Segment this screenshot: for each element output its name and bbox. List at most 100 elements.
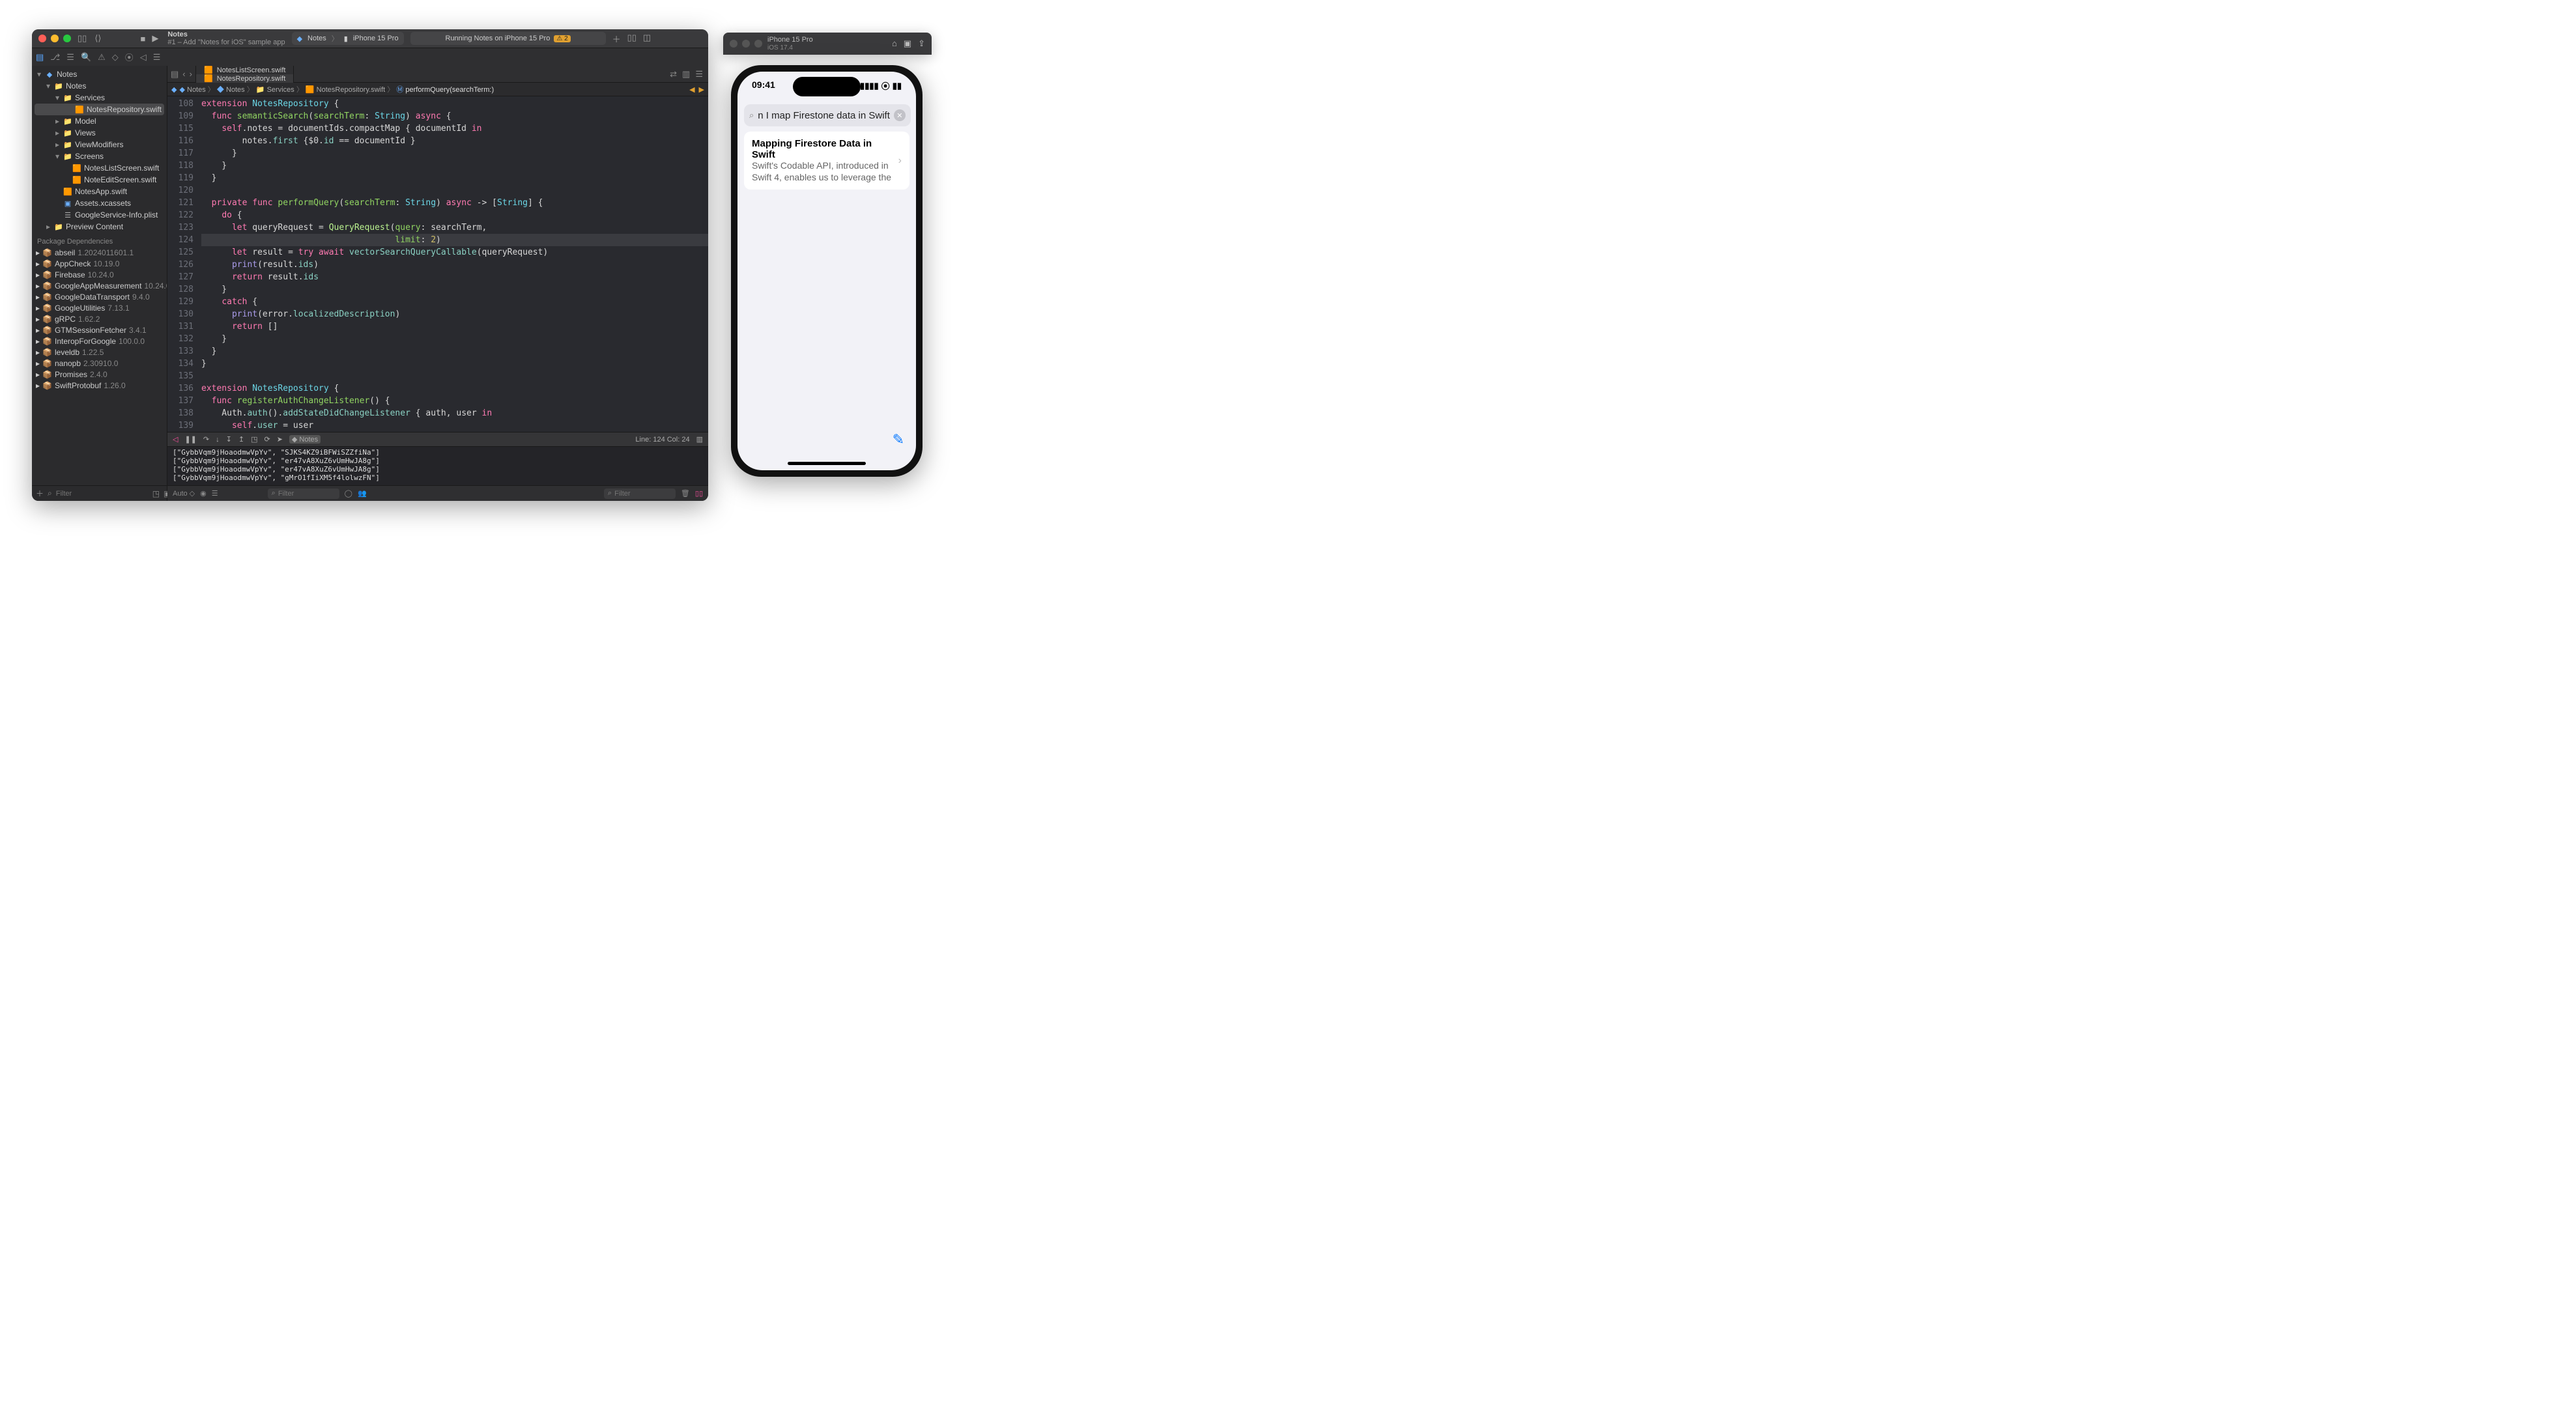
ios-search-result[interactable]: Mapping Firestore Data in Swift Swift's … xyxy=(744,132,909,190)
sim-close-icon[interactable] xyxy=(730,40,737,48)
warning-badge[interactable]: ⚠ 2 xyxy=(554,35,570,42)
eye-icon[interactable]: ◉ xyxy=(200,489,207,498)
tree-item-screens[interactable]: ▾📁Screens xyxy=(32,150,167,162)
tree-item-noteeditscreen-swift[interactable]: 🟧NoteEditScreen.swift xyxy=(32,174,167,186)
debug-process-icon[interactable]: ◆ Notes xyxy=(289,435,321,444)
library-icon[interactable]: ▯▯ xyxy=(627,33,637,45)
debug-memory-icon[interactable]: ⟳ xyxy=(264,435,270,444)
sidebar-toggle-icon[interactable]: ▯▯ xyxy=(78,33,87,44)
bookmark-navigator-icon[interactable]: ☰ xyxy=(66,52,74,63)
step-over-icon[interactable]: ↓ xyxy=(216,436,220,444)
back-icon[interactable]: ‹ xyxy=(182,69,185,79)
report-navigator-icon[interactable]: ☰ xyxy=(153,52,161,63)
sim-screenshot-icon[interactable]: ▣ xyxy=(904,38,911,49)
jumpbar-prev-icon[interactable]: ◀ xyxy=(689,85,694,94)
package-appcheck[interactable]: ▸📦AppCheck 10.19.0 xyxy=(32,258,167,269)
add-editor-icon[interactable]: ▥ xyxy=(682,69,690,79)
tree-item-notesapp-swift[interactable]: 🟧NotesApp.swift xyxy=(32,186,167,197)
tree-root[interactable]: ▾◆ Notes xyxy=(32,68,167,80)
tree-item-noteslistscreen-swift[interactable]: 🟧NotesListScreen.swift xyxy=(32,162,167,174)
minimap-toggle-icon[interactable]: ▥ xyxy=(696,435,703,444)
nav-arrows-icon[interactable]: ⟨⟩ xyxy=(94,33,101,44)
package-nanopb[interactable]: ▸📦nanopb 2.30910.0 xyxy=(32,358,167,369)
tree-item-model[interactable]: ▸📁Model xyxy=(32,115,167,127)
console-filter[interactable]: ⌕ xyxy=(604,489,676,499)
breakpoints-toggle-icon[interactable]: ◁ xyxy=(173,435,178,444)
package-interopforgoogle[interactable]: ▸📦InteropForGoogle 100.0.0 xyxy=(32,335,167,347)
minimize-window-icon[interactable] xyxy=(51,35,59,42)
code-editor[interactable]: 1081091151161171181191201211221231241251… xyxy=(167,96,708,432)
breakpoint-navigator-icon[interactable]: ◁ xyxy=(140,52,147,63)
tree-item-preview-content[interactable]: ▸📁Preview Content xyxy=(32,221,167,233)
tree-item-services[interactable]: ▾📁Services xyxy=(32,92,167,104)
debug-view-icon[interactable]: ◳ xyxy=(251,435,257,444)
package-abseil[interactable]: ▸📦abseil 1.2024011601.1 xyxy=(32,247,167,258)
adjust-editor-icon[interactable]: ⇄ xyxy=(670,69,677,79)
file-tree[interactable]: ▾◆ Notes ▾📁Notes▾📁Services🟧NotesReposito… xyxy=(32,66,167,485)
package-leveldb[interactable]: ▸📦leveldb 1.22.5 xyxy=(32,347,167,358)
sim-share-icon[interactable]: ⇪ xyxy=(918,38,925,49)
issue-navigator-icon[interactable]: ⚠ xyxy=(98,52,106,63)
editor-tab-noteslistscreen-swift[interactable]: 🟧NotesListScreen.swift xyxy=(196,66,294,74)
variables-view-mode[interactable]: Auto ◇ xyxy=(173,489,195,498)
package-firebase[interactable]: ▸📦Firebase 10.24.0 xyxy=(32,269,167,280)
jump-bar[interactable]: ◆ ◆ Notes 〉 ◆ Notes 〉 📁 Services 〉 🟧 Not… xyxy=(167,83,708,96)
source-control-navigator-icon[interactable]: ⎇ xyxy=(50,52,60,63)
related-items-icon[interactable]: ▤ xyxy=(171,69,179,79)
debug-console[interactable]: ["GybbVqm9jHoaodmwVpYv", "SJKS4KZ9iBFWiS… xyxy=(167,446,708,485)
iphone-screen[interactable]: 09:41 ▮▮▮▮ ⦿ ▮▮ ⌕ n I map Firestone data… xyxy=(737,72,916,470)
package-promises[interactable]: ▸📦Promises 2.4.0 xyxy=(32,369,167,380)
console-clear-icon[interactable]: ◯ xyxy=(345,489,352,498)
add-file-icon[interactable]: ＋ xyxy=(36,488,44,499)
variables-filter[interactable]: ⌕ xyxy=(268,489,339,499)
clear-search-icon[interactable]: ✕ xyxy=(894,109,906,121)
code-content[interactable]: extension NotesRepository { func semanti… xyxy=(199,96,708,432)
package-grpc[interactable]: ▸📦gRPC 1.62.2 xyxy=(32,313,167,324)
console-filter-input[interactable] xyxy=(614,490,653,498)
tree-item-notesrepository-swift[interactable]: 🟧NotesRepository.swift xyxy=(35,104,164,115)
debug-location-icon[interactable]: ➤ xyxy=(277,435,283,444)
sim-zoom-icon[interactable] xyxy=(754,40,762,48)
close-window-icon[interactable] xyxy=(38,35,46,42)
tree-item-googleservice-info-plist[interactable]: ☰GoogleService-Info.plist xyxy=(32,209,167,221)
continue-icon[interactable]: ↷ xyxy=(203,435,209,444)
package-googleutilities[interactable]: ▸📦GoogleUtilities 7.13.1 xyxy=(32,302,167,313)
tree-item-views[interactable]: ▸📁Views xyxy=(32,127,167,139)
forward-icon[interactable]: › xyxy=(190,69,192,79)
step-into-icon[interactable]: ↧ xyxy=(226,435,232,444)
stop-button-icon[interactable]: ■ xyxy=(140,34,145,44)
find-navigator-icon[interactable]: 🔍 xyxy=(81,52,91,63)
debug-area-toggle-icon[interactable]: ▯▯ xyxy=(695,489,703,498)
run-button-icon[interactable]: ▶ xyxy=(152,33,158,44)
package-googledatatransport[interactable]: ▸📦GoogleDataTransport 9.4.0 xyxy=(32,291,167,302)
debug-navigator-icon[interactable]: ⦿ xyxy=(125,51,134,63)
tree-item-notes[interactable]: ▾📁Notes xyxy=(32,80,167,92)
home-indicator[interactable] xyxy=(788,462,866,465)
quicklook-icon[interactable]: ☰ xyxy=(212,489,218,498)
tree-item-assets-xcassets[interactable]: ▣Assets.xcassets xyxy=(32,197,167,209)
sim-minimize-icon[interactable] xyxy=(742,40,750,48)
package-googleappmeasurement[interactable]: ▸📦GoogleAppMeasurement 10.24.0 xyxy=(32,280,167,291)
add-target-icon[interactable]: ＋ xyxy=(612,33,621,45)
recent-files-icon[interactable]: ◳ xyxy=(152,489,160,498)
jumpbar-next-icon[interactable]: ▶ xyxy=(699,85,704,94)
package-gtmsessionfetcher[interactable]: ▸📦GTMSessionFetcher 3.4.1 xyxy=(32,324,167,335)
ios-search-field[interactable]: ⌕ n I map Firestone data in Swift ✕ xyxy=(744,104,911,126)
zoom-window-icon[interactable] xyxy=(63,35,71,42)
test-navigator-icon[interactable]: ◇ xyxy=(112,52,119,63)
variables-filter-input[interactable] xyxy=(278,490,317,498)
step-out-icon[interactable]: ↥ xyxy=(238,435,244,444)
navigator-filter-input[interactable] xyxy=(56,490,149,498)
inspectors-toggle-icon[interactable]: ◫ xyxy=(643,33,651,45)
pause-icon[interactable]: ❚❚ xyxy=(184,435,196,444)
tree-item-viewmodifiers[interactable]: ▸📁ViewModifiers xyxy=(32,139,167,150)
trash-icon[interactable]: 🗑 xyxy=(681,489,690,498)
editor-tab-notesrepository-swift[interactable]: 🟧NotesRepository.swift xyxy=(196,74,294,83)
scheme-selector[interactable]: ◆ Notes 〉 ▮ iPhone 15 Pro xyxy=(292,32,404,45)
sim-home-icon[interactable]: ⌂ xyxy=(892,38,897,49)
editor-options-icon[interactable]: ☰ xyxy=(695,69,703,79)
console-users-icon[interactable]: 👥 xyxy=(358,489,367,498)
package-swiftprotobuf[interactable]: ▸📦SwiftProtobuf 1.26.0 xyxy=(32,380,167,391)
compose-note-icon[interactable]: ✎ xyxy=(893,431,904,448)
project-navigator-icon[interactable]: ▤ xyxy=(36,52,44,63)
